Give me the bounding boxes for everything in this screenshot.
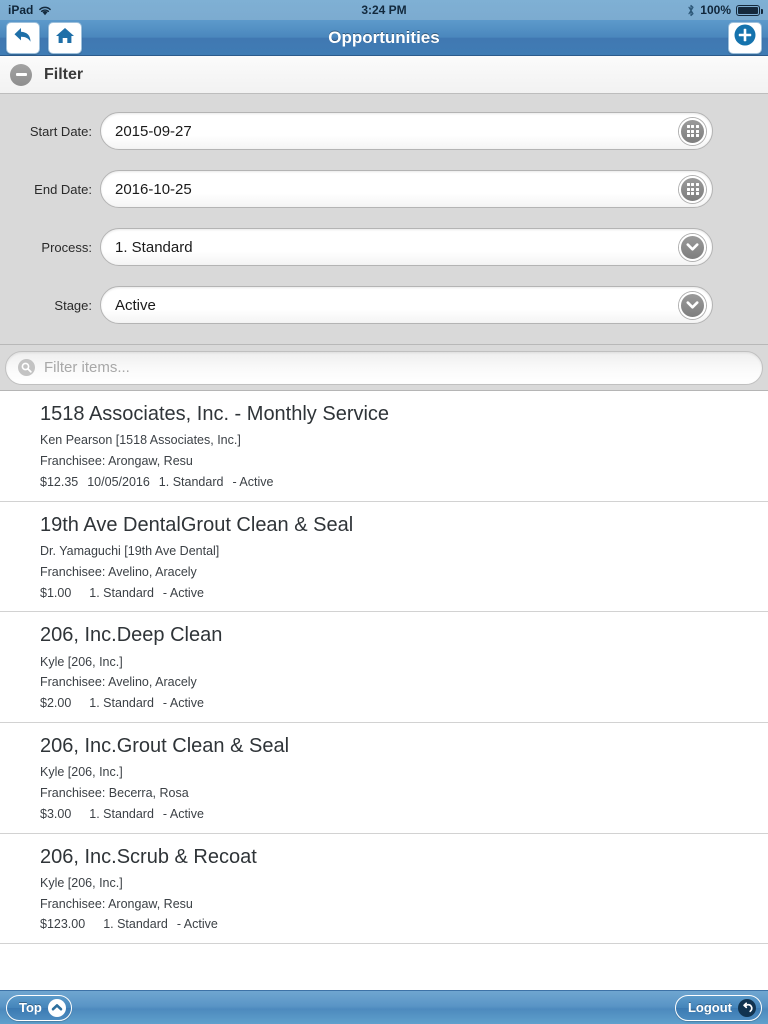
opportunity-title: 19th Ave DentalGrout Clean & Seal — [40, 513, 354, 536]
logout-button[interactable]: Logout — [674, 994, 762, 1021]
opportunity-title: 206, Inc.Scrub & Recoat — [40, 845, 257, 868]
start-date-value[interactable]: 2015-09-27 — [115, 123, 679, 140]
home-button[interactable] — [48, 21, 82, 54]
chevron-up-circle-icon — [47, 998, 66, 1017]
opportunity-stage: - Active — [176, 917, 218, 932]
opportunity-amount: $123.00 — [40, 917, 86, 932]
back-arrow-icon — [12, 25, 34, 50]
opportunity-contact: Dr. Yamaguchi [19th Ave Dental] — [40, 544, 220, 559]
page-title: Opportunities — [328, 27, 440, 47]
opportunity-contact: Kyle [206, Inc.] — [40, 875, 123, 890]
opportunity-meta: $1.00 1. Standard - Active — [40, 585, 754, 601]
back-button[interactable] — [6, 21, 40, 54]
opportunity-franchisee: Franchisee: Arongaw, Resu — [40, 454, 193, 469]
opportunities-screen: iPad 3:24 PM 100% Opportunities Filter S… — [0, 0, 768, 1024]
opportunity-contact: Kyle [206, Inc.] — [40, 765, 123, 780]
opportunity-stage: - Active — [162, 806, 204, 821]
list-item[interactable]: 19th Ave DentalGrout Clean & Seal Dr. Ya… — [0, 502, 768, 613]
opportunity-meta: $3.00 1. Standard - Active — [40, 806, 754, 822]
list-item[interactable]: 1518 Associates, Inc. - Monthly Service … — [0, 391, 768, 502]
opportunity-amount: $3.00 — [40, 806, 72, 821]
battery-percent-label: 100% — [700, 3, 731, 17]
end-date-label: End Date: — [34, 181, 92, 197]
list-item[interactable]: 206, Inc.Deep Clean Kyle [206, Inc.] Fra… — [0, 612, 768, 723]
bottom-toolbar: Top Logout — [0, 990, 768, 1024]
start-date-label: Start Date: — [29, 123, 92, 139]
status-bar-clock: 3:24 PM — [361, 3, 407, 17]
opportunity-amount: $12.35 — [40, 474, 79, 489]
opportunity-contact: Ken Pearson [1518 Associates, Inc.] — [40, 433, 241, 448]
opportunity-stage: - Active — [162, 585, 204, 600]
process-value: 1. Standard — [115, 238, 193, 256]
stage-value: Active — [115, 296, 156, 314]
status-bar: iPad 3:24 PM 100% — [0, 0, 768, 20]
search-placeholder: Filter items... — [44, 359, 130, 376]
calendar-grid-icon[interactable] — [679, 175, 706, 203]
chevron-down-icon[interactable] — [679, 291, 706, 319]
opportunity-stage: - Active — [162, 696, 204, 711]
filter-form: Start Date: 2015-09-27 End Date: 2016-10… — [0, 94, 768, 345]
bluetooth-icon — [687, 4, 695, 17]
filter-header-label: Filter — [44, 65, 84, 83]
add-circle-icon — [733, 23, 757, 52]
search-icon — [18, 359, 35, 376]
battery-full-icon — [736, 4, 763, 16]
calendar-grid-icon[interactable] — [679, 117, 706, 145]
opportunity-franchisee: Franchisee: Becerra, Rosa — [40, 786, 189, 801]
top-button-label: Top — [19, 1000, 42, 1015]
opportunity-amount: $1.00 — [40, 585, 72, 600]
process-select[interactable]: 1. Standard — [100, 228, 713, 266]
opportunity-meta: $12.35 10/05/2016 1. Standard - Active — [40, 474, 754, 490]
add-opportunity-button[interactable] — [728, 21, 762, 54]
opportunity-title: 206, Inc.Grout Clean & Seal — [40, 734, 290, 757]
search-bar: Filter items... — [0, 345, 768, 391]
opportunity-process: 1. Standard — [103, 917, 168, 932]
stage-label: Stage: — [54, 297, 92, 313]
opportunity-franchisee: Franchisee: Arongaw, Resu — [40, 896, 193, 911]
top-button[interactable]: Top — [6, 994, 72, 1021]
logout-button-label: Logout — [687, 1000, 732, 1015]
opportunity-process: 1. Standard — [89, 806, 154, 821]
opportunity-stage: - Active — [232, 474, 274, 489]
logout-arrow-icon — [738, 998, 756, 1017]
opportunity-amount: $2.00 — [40, 696, 72, 711]
device-name-label: iPad — [8, 3, 34, 17]
opportunity-date: 10/05/2016 — [87, 474, 150, 489]
chevron-down-icon[interactable] — [679, 233, 706, 261]
process-label: Process: — [41, 239, 92, 255]
end-date-row: End Date: 2016-10-25 — [0, 170, 768, 208]
wifi-icon — [38, 5, 52, 16]
search-input[interactable]: Filter items... — [5, 350, 763, 385]
stage-select[interactable]: Active — [100, 286, 713, 324]
status-bar-right: 100% — [687, 3, 763, 17]
filter-section-header[interactable]: Filter — [0, 56, 768, 94]
end-date-value[interactable]: 2016-10-25 — [115, 181, 679, 198]
end-date-field[interactable]: 2016-10-25 — [100, 170, 713, 208]
opportunity-process: 1. Standard — [89, 696, 154, 711]
status-bar-left: iPad — [8, 3, 52, 17]
opportunity-meta: $2.00 1. Standard - Active — [40, 696, 754, 711]
list-item[interactable]: 206, Inc.Scrub & Recoat Kyle [206, Inc.]… — [0, 834, 768, 945]
stage-row: Stage: Active — [0, 286, 768, 324]
process-row: Process: 1. Standard — [0, 228, 768, 266]
minus-circle-icon[interactable] — [10, 63, 32, 86]
start-date-row: Start Date: 2015-09-27 — [0, 112, 768, 150]
opportunity-process: 1. Standard — [158, 474, 224, 489]
opportunity-contact: Kyle [206, Inc.] — [40, 654, 123, 669]
opportunity-process: 1. Standard — [89, 585, 154, 600]
list-item[interactable]: 206, Inc.Grout Clean & Seal Kyle [206, I… — [0, 723, 768, 834]
opportunity-meta: $123.00 1. Standard - Active — [40, 918, 754, 932]
opportunity-list[interactable]: 1518 Associates, Inc. - Monthly Service … — [0, 391, 768, 990]
opportunity-title: 206, Inc.Deep Clean — [40, 624, 223, 647]
opportunity-title: 1518 Associates, Inc. - Monthly Service — [40, 403, 390, 425]
opportunity-franchisee: Franchisee: Avelino, Aracely — [40, 675, 197, 690]
home-icon — [55, 26, 75, 50]
navigation-bar: Opportunities — [0, 20, 768, 56]
opportunity-franchisee: Franchisee: Avelino, Aracely — [40, 564, 197, 579]
start-date-field[interactable]: 2015-09-27 — [100, 112, 713, 150]
